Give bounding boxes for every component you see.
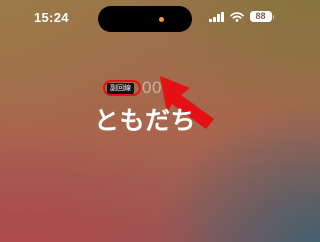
battery-level: 88 xyxy=(249,11,272,22)
mic-indicator-dot xyxy=(159,17,164,22)
caller-name: ともだち xyxy=(93,106,196,135)
battery-tip xyxy=(272,14,274,19)
battery-icon: 88 xyxy=(249,11,274,22)
status-icons: 88 xyxy=(209,11,274,22)
wifi-icon xyxy=(229,11,244,22)
dynamic-island[interactable] xyxy=(98,6,192,32)
signal-icon xyxy=(209,11,224,22)
highlight-circle xyxy=(103,80,141,96)
status-time: 15:24 xyxy=(34,10,69,25)
